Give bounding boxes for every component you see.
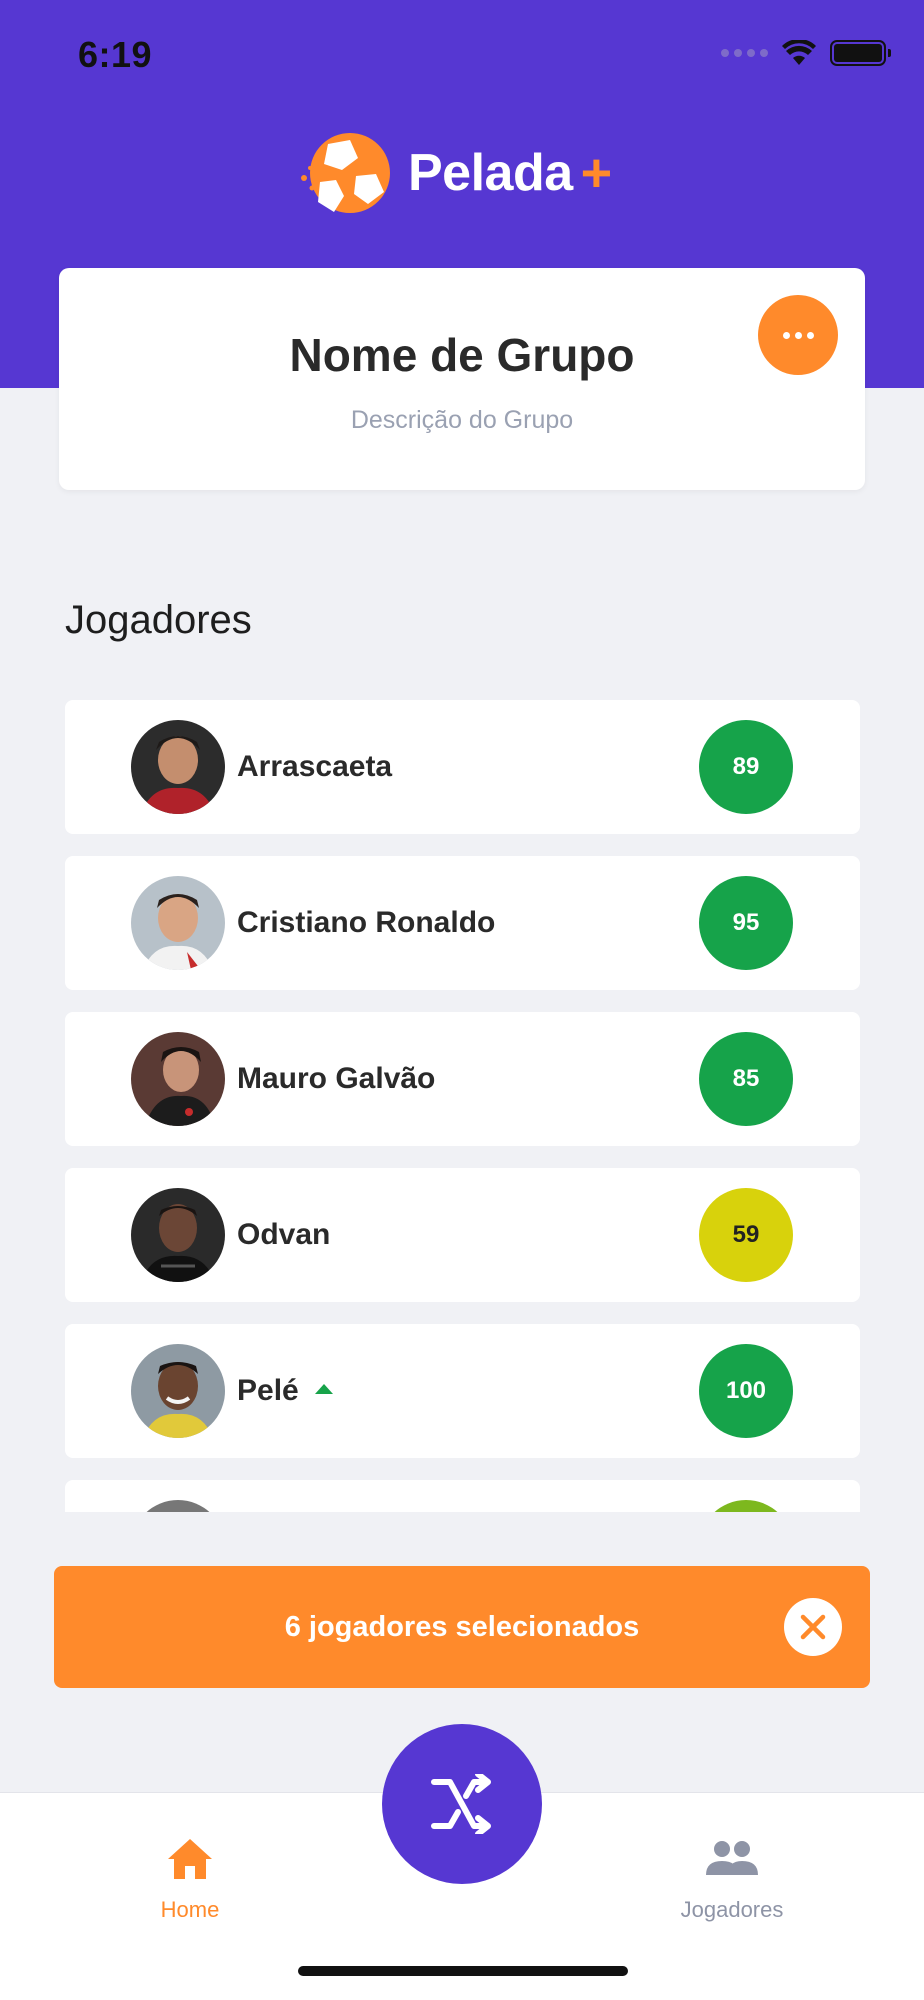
player-name: Odvan [237, 1218, 331, 1251]
player-avatar [131, 720, 225, 814]
signal-icon [721, 49, 768, 57]
more-icon [782, 331, 790, 339]
player-rating-badge: 95 [699, 876, 793, 970]
players-section-title: Jogadores [65, 598, 252, 642]
player-name: Pelé [237, 1324, 333, 1458]
player-row[interactable]: Mauro Galvão 85 [65, 1012, 860, 1146]
home-indicator [298, 1966, 628, 1976]
tab-home[interactable]: Home [90, 1833, 290, 1923]
close-icon [800, 1614, 826, 1640]
player-row[interactable] [65, 1480, 860, 1512]
selection-bar: 6 jogadores selecionados [54, 1566, 870, 1688]
status-icons [721, 40, 891, 66]
player-name: Mauro Galvão [237, 1062, 436, 1095]
tab-players[interactable]: Jogadores [632, 1833, 832, 1923]
tab-players-label: Jogadores [680, 1897, 784, 1922]
app-logo: Pelada + [298, 130, 612, 216]
shuffle-teams-button[interactable] [382, 1724, 542, 1884]
player-row[interactable]: Arrascaeta 89 [65, 700, 860, 834]
player-avatar [131, 1032, 225, 1126]
player-rating-badge [699, 1500, 793, 1512]
home-icon [168, 1839, 212, 1879]
shuffle-icon [431, 1774, 491, 1834]
player-name-text: Pelé [237, 1374, 299, 1407]
player-name: Arrascaeta [237, 750, 393, 783]
players-list[interactable]: Arrascaeta 89 Cristiano Ronaldo 95 Mauro… [65, 700, 860, 1512]
group-options-button[interactable] [758, 295, 838, 375]
player-rating-badge: 100 [699, 1344, 793, 1438]
brand-plus: + [580, 143, 613, 203]
tab-home-label: Home [160, 1897, 220, 1922]
player-avatar [131, 876, 225, 970]
player-avatar [131, 1500, 225, 1512]
player-row[interactable]: Cristiano Ronaldo 95 [65, 856, 860, 990]
status-time: 6:19 [78, 34, 153, 75]
group-title: Nome de Grupo [289, 329, 635, 381]
player-avatar [131, 1344, 225, 1438]
trend-up-icon [314, 1384, 333, 1395]
player-rating-badge: 59 [699, 1188, 793, 1282]
group-description: Descrição do Grupo [350, 406, 574, 434]
player-avatar [131, 1188, 225, 1282]
player-rating-badge: 85 [699, 1032, 793, 1126]
player-name: Cristiano Ronaldo [237, 906, 496, 939]
group-card: Nome de Grupo Descrição do Grupo [59, 268, 865, 490]
wifi-icon [782, 40, 816, 65]
brand-name: Pelada [408, 144, 573, 202]
soccer-ball-icon [301, 133, 390, 213]
player-rating-badge: 89 [699, 720, 793, 814]
battery-icon [830, 40, 891, 66]
player-row[interactable]: Pelé 100 [65, 1324, 860, 1458]
clear-selection-button[interactable] [784, 1598, 842, 1656]
people-icon [706, 1841, 758, 1875]
selection-count: 6 jogadores selecionados [284, 1611, 640, 1643]
player-row[interactable]: Odvan 59 [65, 1168, 860, 1302]
